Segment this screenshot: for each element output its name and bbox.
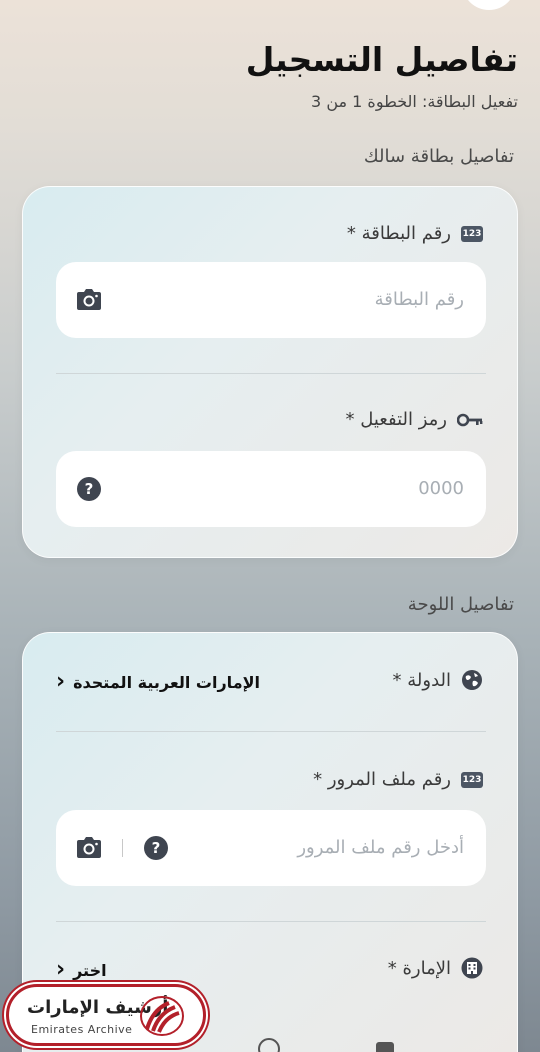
divider: [56, 731, 486, 732]
card-number-input[interactable]: رقم البطاقة: [56, 262, 486, 338]
building-icon: [461, 957, 483, 979]
country-label-text: الدولة *: [392, 669, 451, 691]
traffic-file-label-text: رقم ملف المرور *: [313, 769, 451, 790]
emirate-label-text: الإمارة *: [387, 957, 451, 979]
country-value: الإمارات العربية المتحدة: [73, 672, 260, 692]
section-title-plate: تفاصيل اللوحة: [407, 594, 514, 615]
camera-icon[interactable]: [75, 287, 103, 313]
emirate-value: اختر: [73, 960, 107, 980]
activation-code-placeholder: 0000: [418, 478, 464, 499]
globe-icon: [462, 670, 482, 690]
watermark-english: Emirates Archive: [31, 1023, 133, 1036]
help-icon[interactable]: ?: [77, 477, 101, 501]
traffic-file-input[interactable]: أدخل رقم ملف المرور ?: [56, 810, 486, 886]
card-number-placeholder: رقم البطاقة: [374, 289, 464, 310]
separator: [122, 839, 123, 857]
camera-icon[interactable]: [75, 835, 103, 861]
watermark-logo: أرشيف الإمارات Emirates Archive: [6, 984, 206, 1046]
number-badge-icon: 123: [461, 771, 483, 788]
traffic-file-placeholder: أدخل رقم ملف المرور: [297, 837, 464, 858]
country-label: الدولة *: [393, 669, 483, 691]
activation-code-input[interactable]: 0000 ?: [56, 451, 486, 527]
emirate-label: الإمارة *: [388, 957, 483, 979]
card-number-label: 123 رقم البطاقة *: [347, 223, 483, 244]
country-select[interactable]: الإمارات العربية المتحدة ‹: [56, 671, 260, 693]
card-details-panel: 123 رقم البطاقة * رقم البطاقة رمز التفعي…: [22, 186, 518, 558]
traffic-file-label: 123 رقم ملف المرور *: [313, 769, 483, 790]
page-title: تفاصيل التسجيل: [245, 40, 518, 79]
help-icon[interactable]: ?: [144, 836, 168, 860]
number-badge-icon: 123: [461, 225, 483, 242]
archive-logo-icon: [140, 996, 184, 1036]
nav-menu-icon[interactable]: [376, 1042, 394, 1052]
card-number-label-text: رقم البطاقة *: [346, 223, 451, 244]
page-subtitle: تفعيل البطاقة: الخطوة 1 من 3: [311, 92, 518, 111]
chevron-left-icon: ‹: [56, 669, 66, 694]
section-title-card: تفاصيل بطاقة سالك: [363, 146, 514, 167]
key-icon: [457, 413, 483, 426]
chevron-left-icon: ‹: [56, 957, 66, 982]
divider: [56, 373, 486, 374]
top-circle-button[interactable]: [462, 0, 516, 10]
activation-code-label: رمز التفعيل *: [346, 409, 483, 430]
activation-code-label-text: رمز التفعيل *: [345, 409, 447, 430]
emirate-select[interactable]: اختر ‹: [56, 959, 107, 981]
divider: [56, 921, 486, 922]
